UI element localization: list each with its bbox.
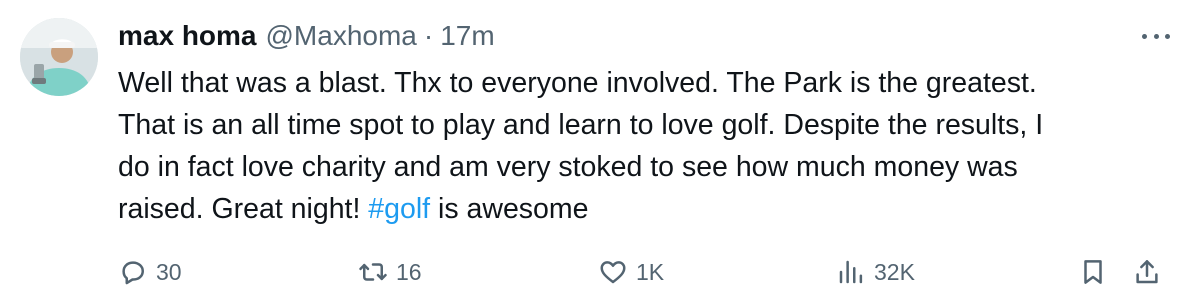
separator-dot: · <box>423 20 434 51</box>
timestamp[interactable]: 17m <box>440 20 494 52</box>
avatar[interactable] <box>20 18 98 96</box>
heart-icon <box>600 261 626 284</box>
bookmark-icon <box>1084 260 1102 284</box>
avatar-image <box>20 18 98 96</box>
tweet-text-line: Well that was a blast. Thx to everyone i… <box>118 67 1037 99</box>
more-options-button[interactable] <box>1136 24 1176 48</box>
tweet-header: max homa @Maxhoma · 17m <box>118 16 495 56</box>
action-bar: 30 16 1K 32K <box>118 252 1180 292</box>
more-horizontal-icon <box>1142 33 1147 39</box>
tweet-text-segment: raised. Great night! <box>118 193 369 225</box>
hashtag-link[interactable]: #golf <box>368 193 430 225</box>
retweet-icon <box>359 263 387 281</box>
tweet-text: Well that was a blast. Thx to everyone i… <box>118 62 1178 230</box>
author-name[interactable]: max homa <box>118 20 257 52</box>
author-handle[interactable]: @Maxhoma <box>266 20 417 52</box>
like-button[interactable]: 1K <box>598 252 664 292</box>
tweet-text-line: That is an all time spot to play and lea… <box>118 109 1044 141</box>
share-icon <box>1136 260 1158 284</box>
retweet-button[interactable]: 16 <box>358 252 422 292</box>
views-chart-icon <box>839 260 863 284</box>
tweet-card: max homa @Maxhoma · 17m Well that was a … <box>0 0 1200 303</box>
retweet-count: 16 <box>396 258 422 285</box>
tweet-text-line: raised. Great night! #golf is awesome <box>118 188 1178 230</box>
more-dot <box>1165 33 1170 39</box>
views-count: 32K <box>874 258 915 285</box>
views-button[interactable]: 32K <box>836 252 915 292</box>
reply-button[interactable]: 30 <box>118 252 182 292</box>
tweet-text-line: do in fact love charity and am very stok… <box>118 151 1018 183</box>
share-button[interactable] <box>1132 252 1162 292</box>
bookmark-button[interactable] <box>1078 252 1108 292</box>
tweet-text-segment: is awesome <box>430 193 589 225</box>
like-count: 1K <box>636 258 665 285</box>
reply-count: 30 <box>156 258 182 285</box>
more-dot <box>1153 33 1159 39</box>
reply-icon <box>122 261 144 285</box>
